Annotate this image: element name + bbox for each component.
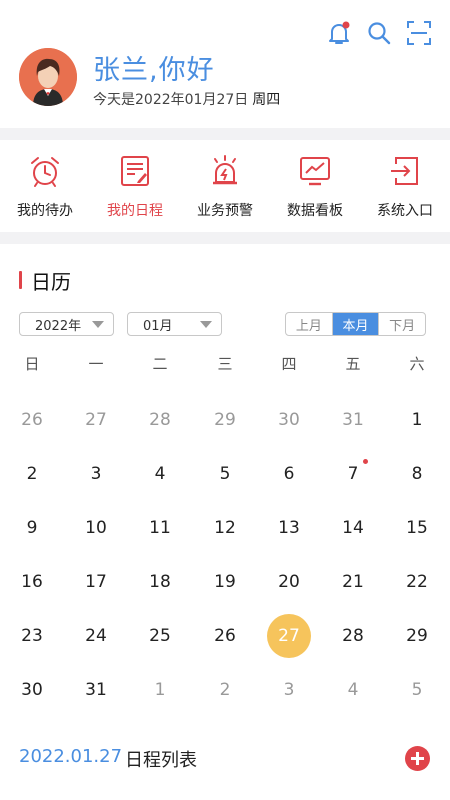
weekday-label: 日 <box>24 355 40 373</box>
weekday-label: 四 <box>281 355 297 373</box>
scan-icon[interactable] <box>406 20 432 46</box>
weekday-label: 六 <box>409 355 425 373</box>
calendar-day[interactable]: 15 <box>395 506 439 550</box>
calendar-day[interactable]: 31 <box>74 668 118 712</box>
calendar-day[interactable]: 11 <box>138 506 182 550</box>
weekday-header: 日一二三四五六 <box>0 353 450 377</box>
header: 张兰,你好 今天是2022年01月27日 周四 <box>0 0 450 128</box>
add-schedule-button[interactable] <box>405 746 430 771</box>
calendar-day[interactable]: 24 <box>74 614 118 658</box>
month-switcher: 上月 本月 下月 <box>285 312 426 336</box>
prev-month-tab[interactable]: 上月 <box>286 313 333 335</box>
weekday-label: 二 <box>152 355 168 373</box>
calendar-day[interactable]: 2 <box>10 452 54 496</box>
weekday-label: 一 <box>88 355 104 373</box>
calendar-day[interactable]: 1 <box>395 398 439 442</box>
weekday-label: 三 <box>217 355 233 373</box>
calendar-day[interactable]: 3 <box>267 668 311 712</box>
quick-nav-warning[interactable]: 业务预警 <box>180 140 270 232</box>
calendar-day[interactable]: 4 <box>138 452 182 496</box>
alarm-clock-icon <box>28 154 62 188</box>
today-date: 今天是2022年01月27日 周四 <box>93 89 280 109</box>
next-month-tab[interactable]: 下月 <box>379 313 425 335</box>
year-select-value: 2022年 <box>35 318 82 334</box>
current-month-tab[interactable]: 本月 <box>332 313 380 335</box>
calendar-day[interactable]: 12 <box>203 506 247 550</box>
calendar-day[interactable]: 17 <box>74 560 118 604</box>
document-edit-icon <box>118 154 152 188</box>
quick-nav-label: 我的待办 <box>17 203 73 219</box>
calendar-day[interactable]: 3 <box>74 452 118 496</box>
calendar-day[interactable]: 14 <box>331 506 375 550</box>
quick-nav-label: 数据看板 <box>287 203 343 219</box>
calendar-day[interactable]: 13 <box>267 506 311 550</box>
calendar-day[interactable]: 5 <box>203 452 247 496</box>
avatar[interactable] <box>19 48 77 106</box>
quick-nav-todo[interactable]: 我的待办 <box>0 140 90 232</box>
calendar-day[interactable]: 10 <box>74 506 118 550</box>
weekday-text: 周四 <box>252 92 281 108</box>
calendar-day[interactable]: 31 <box>331 398 375 442</box>
calendar-day[interactable]: 1 <box>138 668 182 712</box>
quick-nav-label: 我的日程 <box>107 203 163 219</box>
calendar-day[interactable]: 22 <box>395 560 439 604</box>
calendar-day[interactable]: 28 <box>331 614 375 658</box>
section-divider <box>0 128 450 140</box>
calendar-day[interactable]: 9 <box>10 506 54 550</box>
quick-nav-label: 系统入口 <box>377 203 433 219</box>
calendar-day[interactable]: 7 <box>331 452 375 496</box>
login-entry-icon <box>388 154 422 188</box>
calendar-day[interactable]: 27 <box>74 398 118 442</box>
calendar-day[interactable]: 26 <box>203 614 247 658</box>
calendar-day[interactable]: 4 <box>331 668 375 712</box>
event-dot <box>363 459 368 464</box>
calendar-day-today[interactable]: 27 <box>267 614 311 658</box>
schedule-list-title: 日程列表 <box>125 750 197 771</box>
calendar-day[interactable]: 29 <box>395 614 439 658</box>
calendar-title: 日历 <box>31 270 71 294</box>
warning-light-icon <box>208 154 242 188</box>
calendar-day[interactable]: 18 <box>138 560 182 604</box>
calendar-day[interactable]: 30 <box>10 668 54 712</box>
month-select[interactable]: 01月 <box>127 312 222 336</box>
calendar-day[interactable]: 6 <box>267 452 311 496</box>
calendar-day[interactable]: 16 <box>10 560 54 604</box>
section-divider <box>0 232 450 244</box>
quick-nav-dashboard[interactable]: 数据看板 <box>270 140 360 232</box>
year-select[interactable]: 2022年 <box>19 312 114 336</box>
header-actions <box>326 20 432 46</box>
calendar-day[interactable]: 30 <box>267 398 311 442</box>
search-icon[interactable] <box>366 20 392 46</box>
calendar-day[interactable]: 25 <box>138 614 182 658</box>
quick-nav: 我的待办 我的日程 业务预警 数据看板 系统入口 <box>0 140 450 232</box>
section-marker <box>19 271 22 289</box>
calendar-day[interactable]: 2 <box>203 668 247 712</box>
calendar-day[interactable]: 26 <box>10 398 54 442</box>
quick-nav-schedule[interactable]: 我的日程 <box>90 140 180 232</box>
date-text: 今天是2022年01月27日 <box>93 92 249 108</box>
schedule-date: 2022.01.27 <box>19 746 123 767</box>
calendar-day[interactable]: 23 <box>10 614 54 658</box>
calendar-day[interactable]: 5 <box>395 668 439 712</box>
calendar-day[interactable]: 28 <box>138 398 182 442</box>
calendar-day[interactable]: 20 <box>267 560 311 604</box>
quick-nav-label: 业务预警 <box>197 203 253 219</box>
dropdown-arrow-icon <box>92 321 104 328</box>
dropdown-arrow-icon <box>200 321 212 328</box>
weekday-label: 五 <box>345 355 361 373</box>
greeting-text: 张兰,你好 <box>93 55 215 86</box>
quick-nav-system[interactable]: 系统入口 <box>360 140 450 232</box>
calendar-day[interactable]: 8 <box>395 452 439 496</box>
bell-icon[interactable] <box>326 20 352 46</box>
calendar-day[interactable]: 29 <box>203 398 247 442</box>
calendar-day[interactable]: 19 <box>203 560 247 604</box>
month-select-value: 01月 <box>143 318 173 334</box>
calendar-day[interactable]: 21 <box>331 560 375 604</box>
chart-board-icon <box>298 154 332 188</box>
